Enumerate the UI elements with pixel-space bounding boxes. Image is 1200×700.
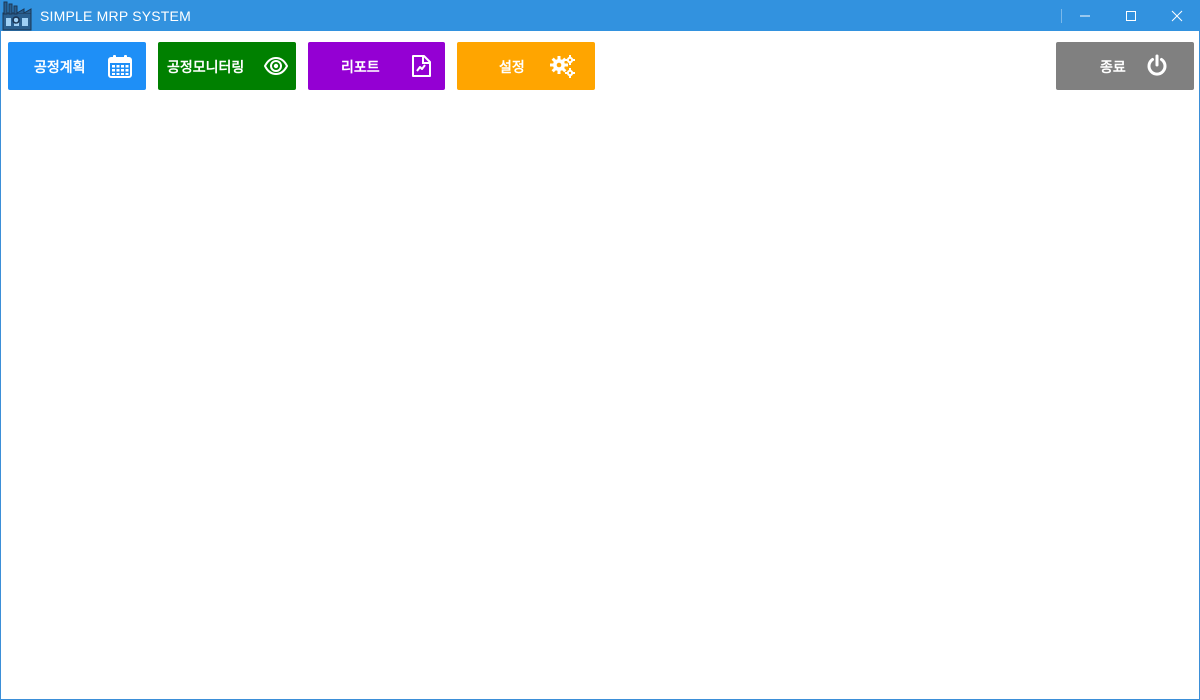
power-icon	[1145, 54, 1169, 78]
close-icon	[1171, 10, 1183, 22]
maximize-icon	[1126, 11, 1136, 21]
process-monitoring-label: 공정모니터링	[167, 60, 245, 76]
calendar-icon	[108, 54, 132, 78]
factory-icon	[2, 1, 32, 31]
app-window: SIMPLE MRP SYSTEM 공정계획 공정모니터링 리포트 설정 종료	[0, 0, 1200, 700]
gears-icon	[550, 54, 575, 78]
maximize-button[interactable]	[1108, 0, 1154, 31]
file-chart-icon	[409, 54, 433, 78]
report-button[interactable]: 리포트	[308, 42, 445, 90]
exit-button[interactable]: 종료	[1056, 42, 1194, 90]
eye-icon	[264, 54, 288, 78]
window-title: SIMPLE MRP SYSTEM	[40, 8, 191, 24]
main-content-area	[1, 98, 1199, 698]
report-label: 리포트	[341, 60, 380, 76]
minimize-icon	[1080, 15, 1090, 17]
settings-button[interactable]: 설정	[457, 42, 595, 90]
exit-label: 종료	[1100, 60, 1126, 76]
process-monitoring-button[interactable]: 공정모니터링	[158, 42, 296, 90]
minimize-button[interactable]	[1062, 0, 1108, 31]
process-plan-button[interactable]: 공정계획	[8, 42, 146, 90]
process-plan-label: 공정계획	[34, 60, 86, 76]
title-bar[interactable]: SIMPLE MRP SYSTEM	[1, 0, 1200, 31]
settings-label: 설정	[499, 60, 525, 76]
close-button[interactable]	[1154, 0, 1200, 31]
